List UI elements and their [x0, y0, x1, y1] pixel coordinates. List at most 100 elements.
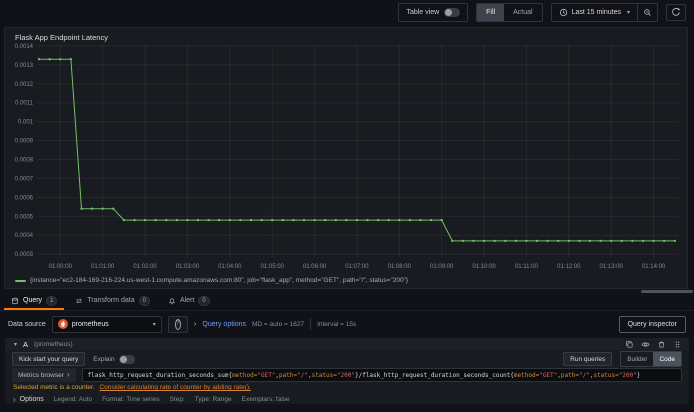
chart-legend: {instance="ec2-184-169-216-224.us-west-1…	[15, 277, 679, 284]
trash-icon[interactable]	[657, 340, 666, 349]
series-point	[652, 239, 655, 243]
query-options-summary-row: › Options Legend: Auto Format: Time serie…	[5, 395, 689, 404]
datasource-select[interactable]: prometheus ▾	[51, 315, 162, 333]
query-token: "200"	[336, 371, 355, 379]
series-point	[80, 207, 83, 210]
time-range-picker[interactable]: Last 15 minutes ▾	[552, 4, 637, 21]
x-tick-label: 01:08:00	[388, 264, 412, 270]
query-options-toggle[interactable]: Query options	[202, 321, 246, 328]
x-tick-label: 01:11:00	[515, 264, 539, 270]
x-tick-label: 01:05:00	[261, 264, 285, 270]
tab-transform-label: Transform data	[87, 297, 135, 304]
series-point	[281, 218, 284, 222]
metrics-browser-button[interactable]: Metrics browser ›	[12, 368, 76, 383]
option-summary-item: Step:	[169, 396, 185, 404]
series-point	[514, 239, 518, 243]
query-inspector-button[interactable]: Query inspector	[618, 315, 686, 333]
series-point	[313, 218, 316, 222]
timeseries-chart[interactable]: 0.0014 0.0013 0.0012 0.0011 0.001 0.0009 0.000…	[7, 41, 687, 275]
table-view-switch[interactable]	[444, 7, 461, 17]
kick-start-query-button[interactable]: Kick start your query	[12, 352, 86, 367]
tab-transform-count: 0	[138, 295, 150, 306]
explain-control: Explain	[93, 354, 135, 364]
tab-query[interactable]: Query 1	[4, 293, 65, 310]
query-editor-card: ▾ A (prometheus) Kick start your query E…	[5, 338, 689, 404]
x-tick-label: 01:13:00	[600, 264, 624, 270]
promql-expression-input[interactable]: flask_http_request_duration_seconds_sum{…	[81, 368, 682, 383]
series-point	[186, 218, 189, 222]
series-point	[387, 218, 390, 222]
series-point	[376, 218, 380, 222]
query-token: status=	[593, 371, 619, 379]
datasource-help-button[interactable]: ?	[167, 315, 188, 333]
series-point	[143, 218, 147, 222]
drag-handle-icon[interactable]	[673, 340, 682, 349]
series-point	[324, 218, 327, 222]
tab-query-count: 1	[46, 295, 58, 306]
divider	[310, 318, 312, 330]
series-point	[260, 218, 263, 222]
series-point	[218, 218, 221, 222]
series-point	[249, 218, 253, 222]
time-picker-group: Last 15 minutes ▾	[550, 2, 658, 22]
option-summary-item: Exemplars: false	[241, 396, 290, 404]
y-tick-label: 0.0007	[15, 176, 34, 182]
y-tick-label: 0.0005	[15, 214, 34, 220]
chevron-right-icon: ›	[13, 394, 16, 404]
x-tick-label: 01:01:00	[91, 264, 115, 270]
x-tick-label: 01:00:00	[49, 264, 73, 270]
series-point	[271, 218, 274, 222]
series-point	[482, 239, 486, 243]
series-point	[578, 239, 581, 243]
tab-transform-data[interactable]: Transform data 0	[68, 293, 157, 310]
table-view-control[interactable]: Table view	[398, 2, 469, 22]
series-point	[504, 239, 507, 243]
options-label: Options	[19, 396, 44, 404]
rate-hint-link[interactable]: Consider calculating rate of counter by …	[99, 384, 250, 391]
datasource-label: Data source	[8, 320, 46, 328]
counter-warning-row: Selected metric is a counter. Consider c…	[5, 384, 689, 392]
series-point	[620, 239, 623, 243]
x-tick-label: 01:12:00	[557, 264, 581, 270]
series-point	[302, 218, 306, 222]
query-controls-row: Kick start your query Explain Run querie…	[5, 351, 689, 368]
fill-button[interactable]: Fill	[477, 3, 505, 21]
query-datasource-hint: (prometheus)	[34, 340, 73, 348]
series-point	[90, 207, 94, 210]
query-token: "/"	[578, 371, 590, 379]
legend-series-label[interactable]: {instance="ec2-184-169-216-224.us-west-1…	[30, 277, 408, 284]
query-token: "200"	[618, 371, 637, 379]
editor-tabs: Query 1 Transform data 0 Alert 0	[0, 293, 694, 311]
actual-button[interactable]: Actual	[504, 4, 541, 21]
query-token: "GET"	[257, 371, 276, 379]
question-circle-icon: ?	[174, 318, 181, 330]
option-summary-item: Legend: Auto	[53, 396, 93, 404]
builder-button[interactable]: Builder	[621, 352, 653, 366]
series-point	[366, 218, 369, 222]
tab-alert-label: Alert	[179, 297, 195, 304]
options-toggle[interactable]: › Options	[13, 394, 44, 404]
tab-alert[interactable]: Alert 0	[161, 293, 217, 310]
eye-icon[interactable]	[641, 340, 650, 349]
y-tick-label: 0.001	[18, 120, 34, 126]
explain-switch[interactable]	[118, 354, 135, 364]
series-point	[228, 218, 231, 222]
refresh-button[interactable]	[666, 3, 686, 21]
options-items: Legend: Auto Format: Time series Step: Type…	[54, 396, 290, 403]
option-summary-item: Format: Time series	[102, 396, 160, 404]
zoom-out-button[interactable]	[637, 3, 657, 21]
database-icon	[11, 297, 19, 305]
collapse-chevron-icon[interactable]: ▾	[14, 341, 17, 348]
run-queries-button[interactable]: Run queries	[563, 352, 613, 367]
max-data-points-summary: MD = auto = 1627	[252, 320, 305, 328]
top-toolbar: Table view Fill Actual Last 15 minutes ▾	[0, 0, 694, 24]
time-range-label: Last 15 minutes	[571, 8, 621, 16]
x-tick-label: 01:03:00	[176, 264, 200, 270]
series-point	[398, 218, 401, 222]
code-button[interactable]: Code	[653, 352, 681, 367]
duplicate-query-icon[interactable]	[625, 340, 634, 349]
series-point	[557, 239, 560, 243]
builder-code-group: Builder Code	[620, 351, 682, 368]
series-point	[334, 218, 337, 222]
query-row-header[interactable]: ▾ A (prometheus)	[5, 338, 689, 351]
